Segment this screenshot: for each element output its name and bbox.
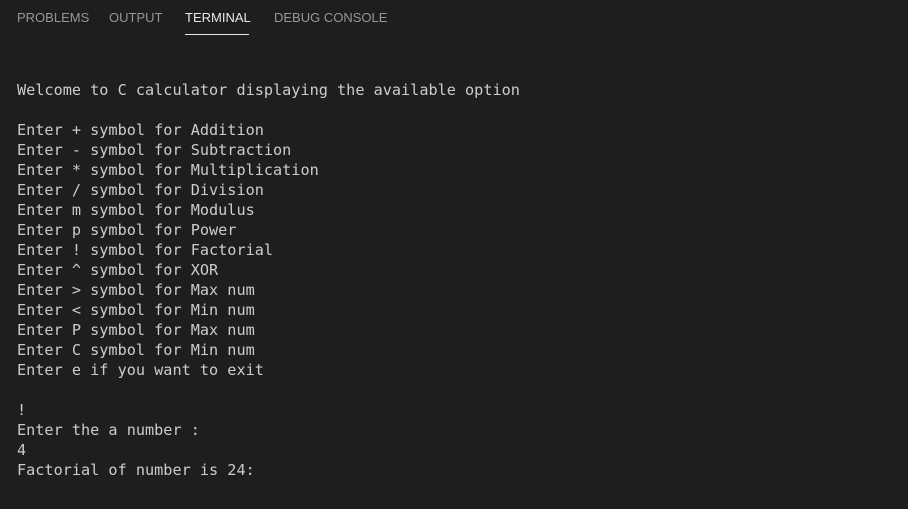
terminal-line: Enter ! symbol for Factorial (17, 241, 274, 259)
terminal-line: Enter p symbol for Power (17, 221, 237, 239)
tab-problems[interactable]: PROBLEMS (17, 10, 89, 26)
terminal-line: Enter P symbol for Max num (17, 321, 255, 339)
terminal-line: Enter - symbol for Subtraction (17, 141, 292, 159)
terminal-line: Enter * symbol for Multiplication (17, 161, 319, 179)
terminal-line: Enter C symbol for Min num (17, 341, 255, 359)
terminal-line: Enter m symbol for Modulus (17, 201, 255, 219)
terminal-line: ! (17, 401, 27, 419)
tab-output[interactable]: OUTPUT (109, 10, 162, 26)
terminal-line: Welcome to C calculator displaying the a… (17, 81, 520, 99)
terminal-line: Enter the a number : (17, 421, 200, 439)
terminal-line: Enter + symbol for Addition (17, 121, 264, 139)
tab-debug-console[interactable]: DEBUG CONSOLE (274, 10, 387, 26)
active-tab-indicator (185, 34, 249, 35)
terminal-output[interactable]: Welcome to C calculator displaying the a… (17, 80, 897, 500)
terminal-line: Enter e if you want to exit (17, 361, 264, 379)
tab-terminal[interactable]: TERMINAL (185, 10, 251, 26)
terminal-line: Factorial of number is 24: (17, 461, 255, 479)
panel-tab-bar: PROBLEMS OUTPUT TERMINAL DEBUG CONSOLE (0, 0, 908, 40)
terminal-line: Enter / symbol for Division (17, 181, 264, 199)
terminal-line: Enter < symbol for Min num (17, 301, 255, 319)
terminal-line: Enter ^ symbol for XOR (17, 261, 219, 279)
terminal-line: Enter > symbol for Max num (17, 281, 255, 299)
terminal-line: 4 (17, 441, 27, 459)
